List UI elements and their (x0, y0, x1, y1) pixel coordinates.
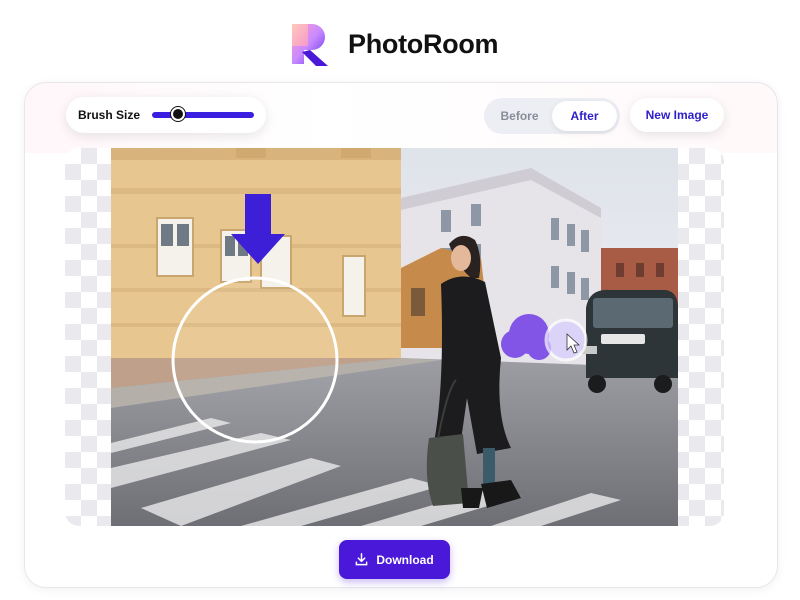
before-button[interactable]: Before (487, 101, 552, 131)
download-button[interactable]: Download (339, 540, 450, 579)
brush-size-slider[interactable] (152, 107, 254, 121)
download-icon (355, 553, 368, 566)
app-logo: PhotoRoom (288, 20, 499, 68)
app-title: PhotoRoom (348, 28, 499, 59)
brush-size-label: Brush Size (78, 108, 141, 122)
before-after-toggle: Before After (484, 98, 620, 134)
edited-photo (111, 148, 678, 526)
image-canvas[interactable] (65, 148, 724, 526)
new-image-button[interactable]: New Image (630, 98, 724, 132)
download-label: Download (376, 552, 434, 567)
photoroom-logo-icon (292, 24, 328, 66)
brush-size-control: Brush Size (66, 97, 266, 133)
after-button[interactable]: After (552, 101, 617, 131)
brush-size-slider-thumb[interactable] (170, 107, 185, 121)
